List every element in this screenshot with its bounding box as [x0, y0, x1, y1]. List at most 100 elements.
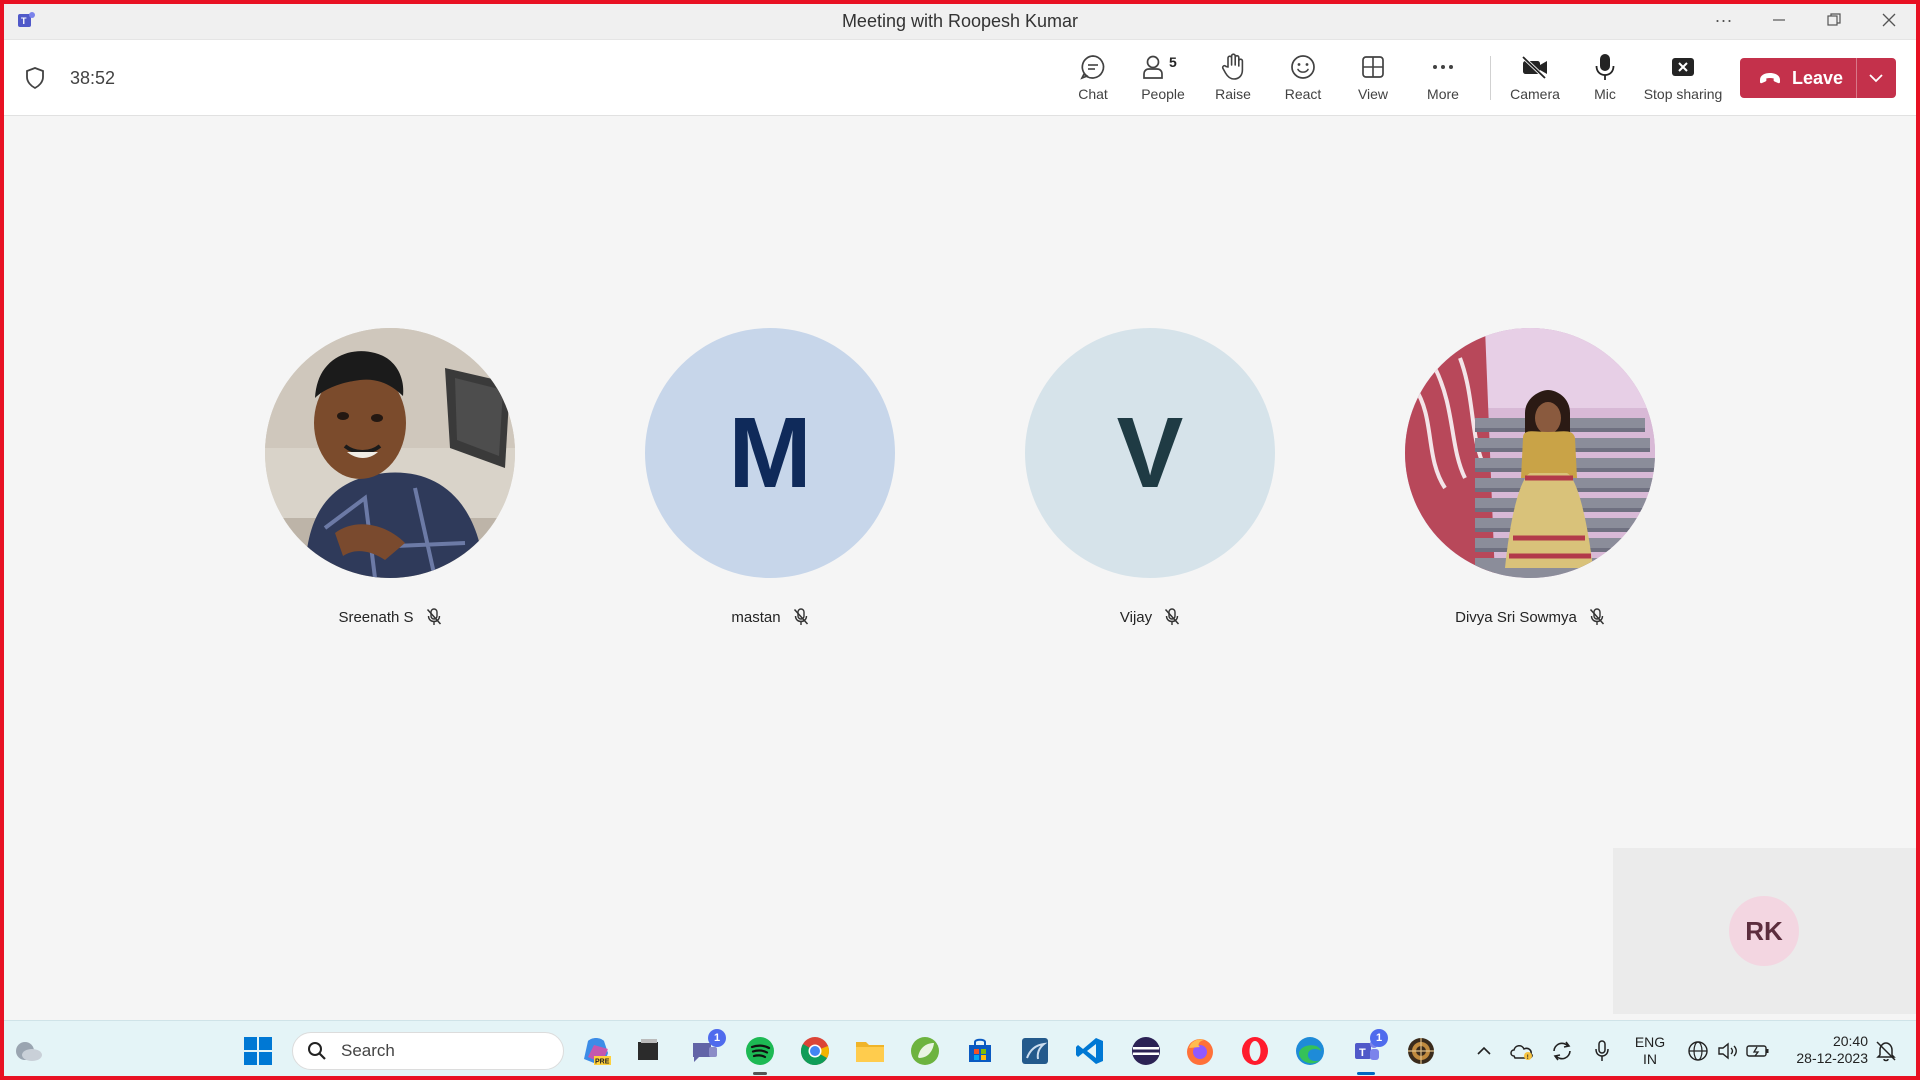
active-indicator	[1357, 1072, 1375, 1075]
phone-hangup-icon	[1760, 73, 1780, 84]
mic-label: Mic	[1594, 86, 1616, 102]
microsoft-store-icon[interactable]	[962, 1033, 998, 1069]
stop-sharing-button[interactable]: Stop sharing	[1640, 50, 1726, 110]
chat-icon	[1080, 55, 1105, 80]
leave-main[interactable]: Leave	[1740, 58, 1856, 98]
avatar-photo	[1405, 328, 1655, 578]
microphone-tray-icon[interactable]	[1584, 1033, 1620, 1069]
chrome-icon[interactable]	[797, 1033, 833, 1069]
active-indicator	[753, 1072, 767, 1075]
mic-off-icon	[1589, 608, 1604, 625]
smile-icon	[1291, 55, 1315, 79]
people-icon	[1143, 55, 1163, 79]
camera-button[interactable]: Camera	[1500, 50, 1570, 110]
mysql-workbench-icon[interactable]	[1017, 1033, 1053, 1069]
clock[interactable]: 20:40 28-12-2023	[1782, 1033, 1868, 1067]
search-icon	[308, 1042, 326, 1060]
svg-text:PRE: PRE	[595, 1059, 610, 1066]
avatar-photo	[265, 328, 515, 578]
chevron-up-icon[interactable]	[1466, 1033, 1502, 1069]
mic-button[interactable]: Mic	[1570, 50, 1640, 110]
windows-taskbar: Search PRE 1 T 1 ! ENG IN 20:40 28-12-20…	[0, 1020, 1920, 1080]
teams-taskbar-icon[interactable]: T 1	[1348, 1029, 1388, 1075]
clock-time: 20:40	[1832, 1033, 1868, 1049]
firefox-icon[interactable]	[1182, 1033, 1218, 1069]
shield-icon[interactable]	[24, 66, 46, 90]
meeting-toolbar: 38:52 Chat 5 People Raise React View Mor…	[0, 40, 1920, 116]
self-view-tile[interactable]: RK	[1613, 848, 1916, 1014]
taskbar-search[interactable]: Search	[292, 1032, 564, 1070]
participant-name: Vijay	[1119, 608, 1153, 626]
participant-tile[interactable]: V Vijay	[1025, 328, 1275, 626]
raise-hand-button[interactable]: Raise	[1198, 50, 1268, 110]
onedrive-icon[interactable]: !	[1504, 1033, 1540, 1069]
weather-widget-icon[interactable]	[10, 1033, 46, 1069]
participant-name: Divya Sri Sowmya	[1455, 608, 1577, 626]
raise-hand-icon	[1221, 53, 1244, 80]
notification-bell-icon[interactable]	[1868, 1033, 1904, 1069]
battery-icon[interactable]	[1740, 1033, 1776, 1069]
media-app-icon[interactable]	[1403, 1033, 1439, 1069]
chat-app-icon[interactable]: 1	[686, 1029, 726, 1069]
chat-badge: 1	[708, 1029, 726, 1047]
copilot-preview-icon[interactable]: PRE	[578, 1033, 614, 1069]
restore-icon[interactable]	[1806, 0, 1861, 40]
react-label: React	[1284, 86, 1322, 102]
lang-code: ENG	[1634, 1034, 1666, 1050]
sync-icon[interactable]	[1544, 1033, 1580, 1069]
mic-off-icon	[793, 608, 808, 625]
spotify-icon[interactable]	[742, 1033, 778, 1075]
title-bar: T Meeting with Roopesh Kumar ···	[0, 0, 1920, 40]
mic-off-icon	[1165, 608, 1180, 625]
camera-off-icon	[1521, 55, 1547, 80]
toolbar-divider	[1490, 56, 1491, 100]
more-label: More	[1427, 86, 1459, 102]
react-button[interactable]: React	[1268, 50, 1338, 110]
people-label: People	[1141, 86, 1185, 102]
leave-button[interactable]: Leave	[1740, 58, 1896, 98]
svg-text:T: T	[1359, 1047, 1366, 1059]
grid-view-icon	[1362, 56, 1384, 78]
svg-text:!: !	[1527, 1055, 1529, 1061]
file-explorer-icon[interactable]	[852, 1033, 888, 1069]
view-button[interactable]: View	[1338, 50, 1408, 110]
mic-icon	[1595, 54, 1615, 80]
participant-name: mastan	[731, 608, 781, 626]
meeting-timer: 38:52	[70, 68, 116, 88]
spring-tools-icon[interactable]	[907, 1033, 943, 1069]
self-avatar: RK	[1729, 896, 1799, 966]
eclipse-icon[interactable]	[1128, 1033, 1164, 1069]
participant-tile[interactable]: M mastan	[645, 328, 895, 626]
minimize-icon[interactable]	[1751, 0, 1806, 40]
more-icon	[1433, 65, 1453, 69]
participant-tile[interactable]: Divya Sri Sowmya	[1405, 328, 1655, 626]
lang-region: IN	[1643, 1051, 1657, 1067]
window-title: Meeting with Roopesh Kumar	[841, 11, 1079, 31]
input-language[interactable]: ENG IN	[1630, 1034, 1670, 1068]
teams-badge: 1	[1370, 1029, 1388, 1047]
participant-tile[interactable]: Sreenath S	[265, 328, 515, 626]
task-view-icon[interactable]	[630, 1033, 666, 1069]
avatar-initial: M	[645, 328, 895, 578]
avatar-letter: M	[728, 396, 812, 509]
mic-off-icon	[426, 608, 441, 625]
close-icon[interactable]	[1861, 0, 1916, 40]
chat-button[interactable]: Chat	[1058, 50, 1128, 110]
participant-name: Sreenath S	[338, 608, 414, 626]
leave-dropdown[interactable]	[1857, 58, 1895, 98]
view-label: View	[1357, 86, 1389, 102]
stop-sharing-label: Stop sharing	[1643, 86, 1723, 102]
more-options-icon[interactable]: ···	[1696, 0, 1751, 40]
opera-icon[interactable]	[1237, 1033, 1273, 1069]
avatar-initial: V	[1025, 328, 1275, 578]
avatar-letter: V	[1116, 396, 1184, 509]
camera-label: Camera	[1510, 86, 1560, 102]
chat-label: Chat	[1078, 86, 1108, 102]
vscode-icon[interactable]	[1072, 1033, 1108, 1069]
people-count: 5	[1169, 54, 1177, 70]
edge-icon[interactable]	[1292, 1033, 1328, 1069]
stop-sharing-icon	[1672, 58, 1694, 76]
start-button-icon[interactable]	[240, 1033, 276, 1069]
people-button[interactable]: 5 People	[1128, 50, 1198, 110]
more-button[interactable]: More	[1408, 50, 1478, 110]
